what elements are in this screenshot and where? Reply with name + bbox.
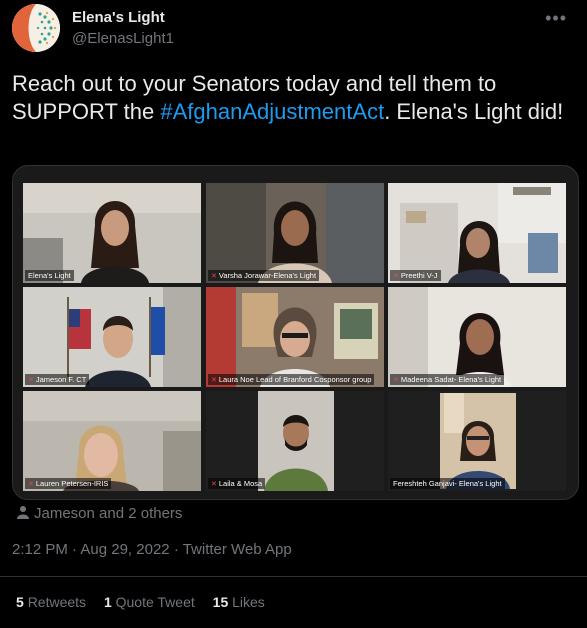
muted-mic-icon: ✕ xyxy=(28,481,34,488)
video-tile: ✕ Varsha Jorawar-Elena's Light xyxy=(206,183,384,283)
video-tile: ✕ Laila & Mosa xyxy=(206,391,384,491)
video-tile: ✕ Preethi V-J xyxy=(388,183,566,283)
tweet-text: Reach out to your Senators today and tel… xyxy=(12,70,572,126)
participant-name: ✕ Madeena Sadat- Elena's Light xyxy=(390,374,505,385)
tagged-people-label: Jameson and 2 others xyxy=(34,505,183,522)
participant-name: ✕ Lauren Petersen-IRIS xyxy=(25,478,112,489)
participant-name: ✕ Jameson F. CT xyxy=(25,374,90,385)
divider xyxy=(0,576,587,577)
tweet-stats: 5 Retweets 1 Quote Tweet 15 Likes xyxy=(16,594,279,610)
tagged-people[interactable]: Jameson and 2 others xyxy=(16,505,182,522)
video-tile: ✕ Lauren Petersen-IRIS xyxy=(23,391,201,491)
account-handle[interactable]: @ElenasLight1 xyxy=(72,30,174,47)
muted-mic-icon: ✕ xyxy=(211,481,217,488)
retweets-stat[interactable]: 5 Retweets xyxy=(16,594,86,610)
muted-mic-icon: ✕ xyxy=(393,273,399,280)
avatar[interactable] xyxy=(12,4,60,52)
video-tile: ✕ Laura Noe Lead of Branford Cosponsor gr… xyxy=(206,287,384,387)
video-tile: Elena's Light xyxy=(23,183,201,283)
video-tile-active-speaker: Fereshteh Ganjavi- Elena's Light xyxy=(388,391,566,491)
muted-mic-icon: ✕ xyxy=(28,377,34,384)
display-name[interactable]: Elena's Light xyxy=(72,9,165,26)
video-tile: ✕ Madeena Sadat- Elena's Light xyxy=(388,287,566,387)
tweet-text-end: . Elena's Light did! xyxy=(384,99,564,124)
tweet-meta: 2:12 PM · Aug 29, 2022 · Twitter Web App xyxy=(12,541,292,558)
meta-separator: · xyxy=(72,541,78,558)
person-icon xyxy=(17,506,29,519)
tweet-time[interactable]: 2:12 PM xyxy=(12,541,68,558)
likes-stat[interactable]: 15 Likes xyxy=(213,594,265,610)
tweet-source[interactable]: Twitter Web App xyxy=(183,541,292,558)
video-tile: ✕ Jameson F. CT xyxy=(23,287,201,387)
quote-tweets-stat[interactable]: 1 Quote Tweet xyxy=(104,594,195,610)
participant-name: ✕ Preethi V-J xyxy=(390,270,441,281)
more-options-icon[interactable]: ••• xyxy=(545,8,567,29)
tweet-date[interactable]: Aug 29, 2022 xyxy=(80,541,169,558)
muted-mic-icon: ✕ xyxy=(393,377,399,384)
participant-name: ✕ Varsha Jorawar-Elena's Light xyxy=(208,270,320,281)
hashtag-link[interactable]: #AfghanAdjustmentAct xyxy=(160,99,384,124)
participant-name: Elena's Light xyxy=(25,270,74,281)
participant-name: Fereshteh Ganjavi- Elena's Light xyxy=(390,478,505,489)
tweet-media-image[interactable]: Elena's Light ✕ Varsha Jorawar-Elena's Li… xyxy=(12,165,579,500)
participant-name: ✕ Laila & Mosa xyxy=(208,478,266,489)
muted-mic-icon: ✕ xyxy=(211,377,217,384)
meta-separator: · xyxy=(173,541,179,558)
muted-mic-icon: ✕ xyxy=(211,273,217,280)
participant-name: ✕ Laura Noe Lead of Branford Cosponsor gr… xyxy=(208,374,375,385)
